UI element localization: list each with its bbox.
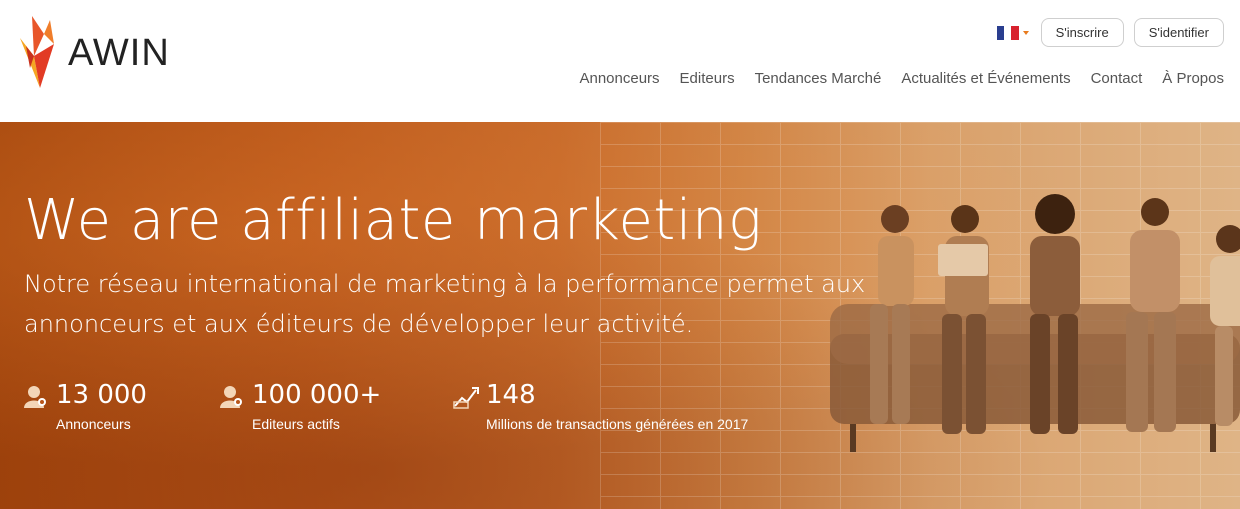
stat-publishers: 100 000+ Editeurs actifs <box>218 380 452 432</box>
stat-value: 100 000+ <box>252 380 382 410</box>
main-nav: Annonceurs Editeurs Tendances Marché Act… <box>579 70 1224 87</box>
awin-logo[interactable]: AWIN <box>20 16 190 90</box>
fr-flag-icon <box>996 25 1019 40</box>
person-icon <box>220 386 242 408</box>
stat-value: 148 <box>486 380 536 410</box>
nav-item-actualites[interactable]: Actualités et Événements <box>901 70 1070 87</box>
nav-item-annonceurs[interactable]: Annonceurs <box>579 70 659 87</box>
people-on-sofa-image <box>830 194 1240 452</box>
hero-banner: We are affiliate marketing Notre réseau … <box>0 122 1240 509</box>
register-button[interactable]: S'inscrire <box>1040 18 1124 47</box>
login-button[interactable]: S'identifier <box>1133 18 1224 47</box>
nav-item-contact[interactable]: Contact <box>1091 70 1143 87</box>
stat-label: Editeurs actifs <box>252 416 340 432</box>
stats-row: 13 000 Annonceurs 100 000+ Editeurs acti… <box>22 380 748 432</box>
chevron-down-icon <box>1022 30 1029 35</box>
nav-item-tendances[interactable]: Tendances Marché <box>755 70 882 87</box>
stat-label: Millions de transactions générées en 201… <box>486 416 749 432</box>
growth-chart-icon <box>453 387 479 409</box>
stat-advertisers: 13 000 Annonceurs <box>22 380 218 432</box>
nav-item-apropos[interactable]: À Propos <box>1162 70 1224 87</box>
logo-wordmark: AWIN <box>68 31 170 74</box>
hero-subtitle: Notre réseau international de marketing … <box>24 270 866 338</box>
stat-value: 13 000 <box>56 380 147 410</box>
awin-logo-mark-icon <box>20 16 54 88</box>
stat-transactions: 148 Millions de transactions générées en… <box>452 380 748 432</box>
hero-title: We are affiliate marketing <box>24 188 763 253</box>
person-icon <box>24 386 46 408</box>
language-selector[interactable] <box>996 25 1029 40</box>
nav-item-editeurs[interactable]: Editeurs <box>680 70 735 87</box>
top-actions: S'inscrire S'identifier <box>996 18 1224 47</box>
site-header: AWIN S'inscrire S'identifier Annonceurs … <box>0 0 1240 122</box>
stat-label: Annonceurs <box>56 416 131 432</box>
